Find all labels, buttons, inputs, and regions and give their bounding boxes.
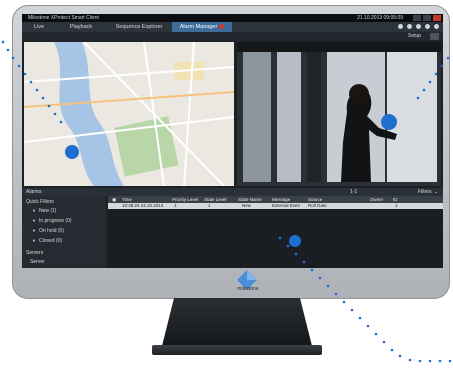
cell-message: External Even: [272, 203, 301, 208]
cell-state-level: 1: [208, 203, 211, 208]
main-tab-bar: Live Playback Sequence Explorer Alarm Ma…: [22, 22, 443, 32]
layout-icon[interactable]: [430, 33, 439, 40]
close-icon[interactable]: [433, 15, 441, 21]
table-settings-icon[interactable]: ▣: [112, 196, 116, 203]
filter-new[interactable]: New (1): [32, 208, 57, 214]
title-bar: Milestone XProtect Smart Client 21.10.20…: [22, 14, 443, 22]
clock-readout: 21.10.2013 09:05:09: [357, 15, 403, 21]
cell-state-name: New: [242, 203, 252, 208]
info-icon[interactable]: [416, 24, 421, 29]
filter-in-progress[interactable]: In progress (0): [32, 218, 72, 224]
column-state-name[interactable]: State Name: [238, 196, 262, 203]
column-source[interactable]: Source: [308, 196, 322, 203]
tab-live[interactable]: Live: [22, 22, 56, 32]
tab-alarm-manager[interactable]: Alarm Manager: [172, 22, 232, 32]
table-row[interactable]: 10:48:24 24.10.2013 1 1 New External Eve…: [108, 203, 443, 209]
view-toolbar: Setup: [22, 32, 443, 41]
column-message[interactable]: Message: [272, 196, 290, 203]
monitor-stand-neck: [162, 298, 312, 346]
window-controls: [413, 15, 441, 21]
alarm-page-info: 1-1: [350, 189, 358, 195]
user-icon[interactable]: [407, 24, 412, 29]
minimize-icon[interactable]: [413, 15, 421, 21]
camera-view[interactable]: [237, 42, 441, 186]
column-owner[interactable]: Owner: [370, 196, 383, 203]
camera-marker-icon: [381, 114, 397, 130]
alarm-table: ▣ Time Priority Level State Level State …: [108, 196, 443, 268]
column-state-level[interactable]: State Level: [204, 196, 227, 203]
alarms-header-bar: Alarms 1-1 Filters ⌄: [22, 188, 443, 196]
tab-alarm-manager-label: Alarm Manager: [179, 24, 218, 30]
column-id[interactable]: ID: [393, 196, 398, 203]
logo-text: milestone: [237, 286, 259, 292]
cell-time: 10:48:24 24.10.2013: [122, 203, 164, 208]
map-view[interactable]: [24, 42, 234, 186]
tab-playback-label: Playback: [69, 24, 93, 30]
app-title: Milestone XProtect Smart Client: [28, 15, 99, 21]
table-marker-icon: [289, 235, 301, 247]
alarms-title: Alarms: [26, 189, 42, 195]
maximize-icon[interactable]: [423, 15, 431, 21]
table-header: ▣ Time Priority Level State Level State …: [108, 196, 443, 203]
filters-button[interactable]: Filters: [418, 188, 432, 196]
monitor-screen: Milestone XProtect Smart Client 21.10.20…: [22, 14, 443, 268]
gear-icon[interactable]: [425, 24, 430, 29]
camera-feed-graphic: [237, 42, 441, 186]
setup-button[interactable]: Setup: [408, 32, 421, 41]
column-priority-level[interactable]: Priority Level: [172, 196, 198, 203]
tab-sequence-explorer[interactable]: Sequence Explorer: [106, 22, 172, 32]
map-marker-icon: [65, 145, 79, 159]
cell-source: Roll Gate: [308, 203, 327, 208]
server-item[interactable]: Server: [30, 259, 45, 265]
alarm-sidebar: Quick Filters New (1) In progress (0) On…: [22, 196, 106, 268]
quick-filters-label: Quick Filters: [26, 199, 54, 205]
tab-bar-icons: [398, 24, 439, 29]
alarm-badge-icon: [219, 24, 225, 30]
status-icon[interactable]: [398, 24, 403, 29]
cell-priority: 1: [174, 203, 177, 208]
filter-closed[interactable]: Closed (0): [32, 238, 62, 244]
tab-sequence-explorer-label: Sequence Explorer: [115, 24, 163, 30]
map-graphic: [24, 42, 234, 186]
servers-label: Servers: [26, 250, 44, 256]
column-time[interactable]: Time: [122, 196, 132, 203]
help-icon[interactable]: [434, 24, 439, 29]
monitor-stand-base: [152, 345, 322, 355]
tab-live-label: Live: [33, 24, 45, 30]
filter-on-hold[interactable]: On hold (0): [32, 228, 64, 234]
tab-playback[interactable]: Playback: [56, 22, 106, 32]
chevron-down-icon[interactable]: ⌄: [434, 188, 438, 196]
cell-id: 1: [395, 203, 398, 208]
